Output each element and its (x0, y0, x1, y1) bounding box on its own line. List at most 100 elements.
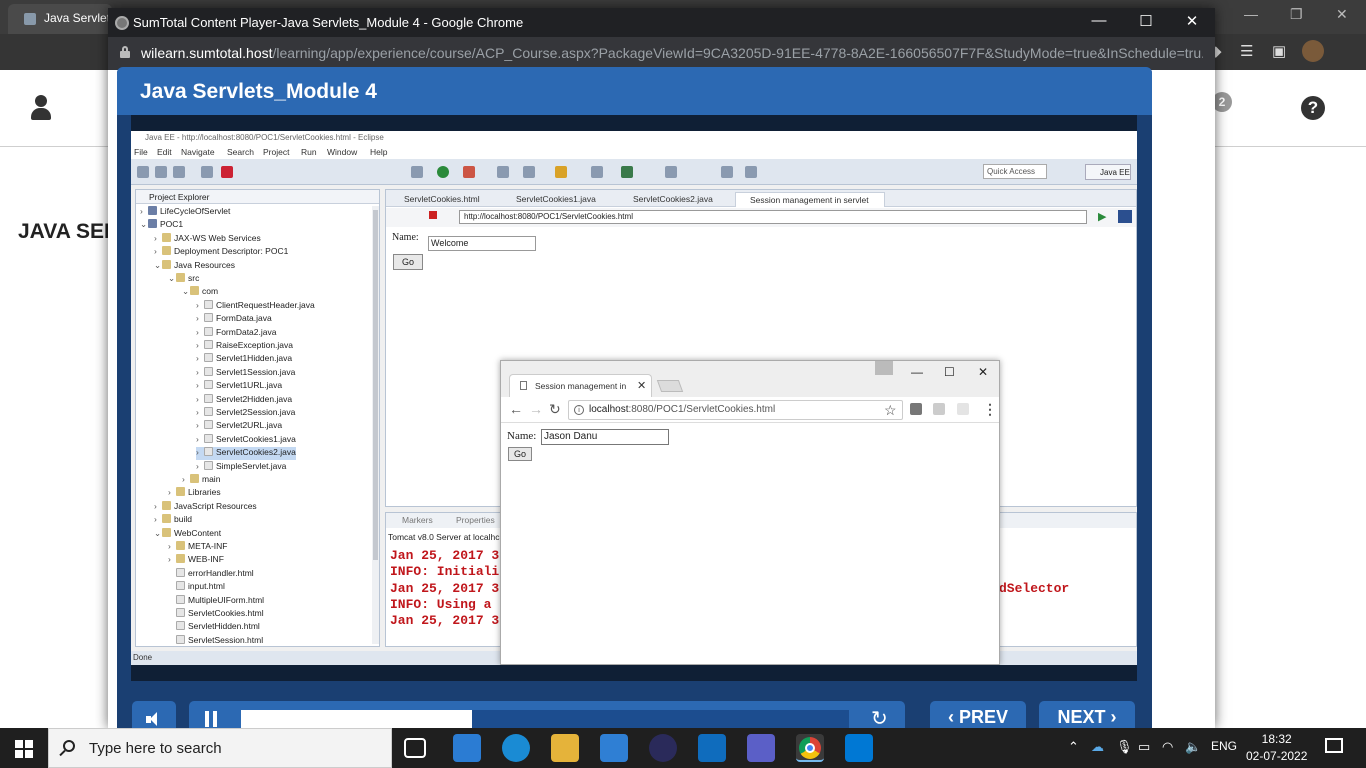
help-icon[interactable]: ? (1301, 96, 1325, 120)
teams-icon[interactable] (747, 734, 775, 762)
onedrive-icon[interactable]: ☁ (1091, 739, 1104, 755)
popup-url[interactable]: wilearn.sumtotal.host/learning/app/exper… (141, 45, 1203, 61)
tree-file-icon (162, 514, 171, 524)
file-explorer-icon[interactable] (551, 734, 579, 762)
bookmark-star-icon: ☆ (884, 402, 897, 418)
tree-item: › META-INF (168, 541, 228, 554)
wifi-icon[interactable]: ◠ (1162, 739, 1173, 755)
go-arrow-icon: ▶ (1098, 211, 1107, 223)
replay-icon[interactable]: ↻ (871, 706, 888, 728)
toolbar-icon (173, 166, 185, 178)
toolbar-icon (745, 166, 757, 178)
menu-help: Help (370, 147, 388, 157)
minimize-icon: — (911, 365, 923, 379)
tree-item-label: ServletCookies2.java (216, 447, 296, 458)
tree-item: › ServletCookies1.java (196, 433, 296, 447)
popup-address-bar[interactable]: wilearn.sumtotal.host/learning/app/exper… (108, 37, 1215, 70)
side-panel-icon[interactable]: ▣ (1272, 42, 1286, 60)
microsoft-store-icon[interactable] (453, 734, 481, 762)
close-icon[interactable]: ✕ (1182, 12, 1202, 30)
toolbar-icon (621, 166, 633, 178)
notification-badge[interactable]: 2 (1212, 92, 1232, 112)
prev-button[interactable]: ‹ PREV (930, 701, 1026, 728)
tree-file-icon (162, 527, 171, 537)
maximize-icon[interactable]: ☐ (1136, 12, 1156, 30)
tree-file-icon (204, 460, 213, 470)
edge-icon[interactable] (502, 734, 530, 762)
menu-file: File (134, 147, 148, 157)
tree-twisty-icon: › (196, 407, 199, 417)
minimize-icon[interactable]: — (1244, 6, 1258, 22)
tree-item-label: Servlet1URL.java (216, 380, 283, 391)
outlook-icon[interactable] (698, 734, 726, 762)
tray-chevron-icon[interactable]: ⌃ (1068, 739, 1079, 755)
project-explorer: Project Explorer › LifeCycleOfServlet ⌄ POC… (135, 189, 380, 647)
mail-icon[interactable] (600, 734, 628, 762)
tree-item: › ClientRequestHeader.java (196, 299, 315, 313)
minimize-icon[interactable]: — (1089, 12, 1109, 29)
tree-item-label: POC1 (160, 219, 184, 230)
vscode-icon[interactable] (845, 734, 873, 762)
lock-icon (120, 46, 130, 58)
run-icon (437, 166, 449, 178)
close-tab-icon: ✕ (637, 380, 647, 392)
tree-item-label: MultipleUIForm.html (188, 594, 265, 605)
tree-file-icon (148, 206, 157, 215)
speaker-icon[interactable]: 🔈 (1185, 739, 1201, 755)
tree-twisty-icon: › (196, 326, 199, 337)
tree-item: MultipleUIForm.html (168, 594, 265, 608)
tree-twisty-icon: › (196, 447, 199, 458)
taskbar-clock[interactable]: 18:32 02-07-2022 (1246, 731, 1307, 765)
tree-item-label: ServletCookies1.java (216, 433, 296, 444)
menu-search: Search (227, 147, 254, 157)
seek-bar[interactable] (241, 710, 849, 728)
tree-twisty-icon: › (196, 366, 199, 377)
tree-twisty-icon: › (196, 353, 199, 364)
tree-file-icon (176, 554, 185, 564)
tree-item-label: Libraries (188, 487, 221, 498)
tree-file-icon (204, 420, 213, 430)
tree-item-label: JAX-WS Web Services (174, 232, 261, 243)
tree-item-label: build (174, 514, 192, 525)
microphone-icon[interactable]: 🎙 (1116, 739, 1133, 755)
tree-item: ServletCookies.html (168, 608, 264, 621)
eclipse-icon[interactable] (649, 734, 677, 762)
next-button[interactable]: NEXT › (1039, 701, 1135, 728)
tree-file-icon (176, 594, 185, 604)
tree-item-label: main (202, 474, 221, 484)
close-icon[interactable]: ✕ (1336, 6, 1348, 23)
pause-icon[interactable] (205, 711, 219, 727)
tree-twisty-icon: ⌄ (168, 273, 176, 283)
task-view-icon[interactable] (404, 738, 426, 758)
tree-twisty-icon: › (154, 232, 157, 243)
tree-item-label: input.html (188, 581, 225, 592)
toolbar-icon (137, 166, 149, 178)
tree-twisty-icon: › (196, 380, 199, 391)
tree-item: › LifeCycleOfServlet (140, 206, 230, 219)
battery-icon[interactable]: ▭ (1138, 739, 1150, 755)
volume-button[interactable] (132, 701, 176, 728)
tree-item-label: LifeCycleOfServlet (160, 206, 231, 216)
reading-list-icon[interactable]: ☰ (1240, 42, 1253, 60)
tree-twisty-icon: › (196, 393, 199, 404)
tree-item: errorHandler.html (168, 567, 254, 581)
markers-tab: Markers (402, 515, 433, 525)
tree-item-label: FormData2.java (216, 326, 277, 337)
video-frame: Java EE - http://localhost:8080/POC1/Ser… (131, 131, 1137, 665)
profile-avatar[interactable] (1302, 40, 1324, 62)
chrome-icon[interactable] (796, 734, 824, 762)
editor-name-input: Welcome (428, 236, 536, 251)
language-indicator[interactable]: ENG (1211, 739, 1237, 753)
toolbar-icon (155, 166, 167, 178)
notification-icon[interactable] (1325, 738, 1343, 753)
tree-file-icon (176, 621, 185, 631)
user-icon[interactable] (30, 95, 52, 121)
windows-start-icon[interactable] (15, 740, 33, 758)
video-stage[interactable]: Java EE - http://localhost:8080/POC1/Ser… (131, 115, 1137, 681)
background-tab[interactable]: Java Servlets (8, 4, 112, 34)
restore-icon[interactable]: ❐ (1290, 6, 1303, 23)
taskbar-search-box[interactable]: Type here to search (48, 728, 392, 768)
tree-file-icon (162, 232, 171, 242)
tree-file-icon (204, 433, 213, 443)
tree-twisty-icon: ⌄ (154, 527, 162, 538)
